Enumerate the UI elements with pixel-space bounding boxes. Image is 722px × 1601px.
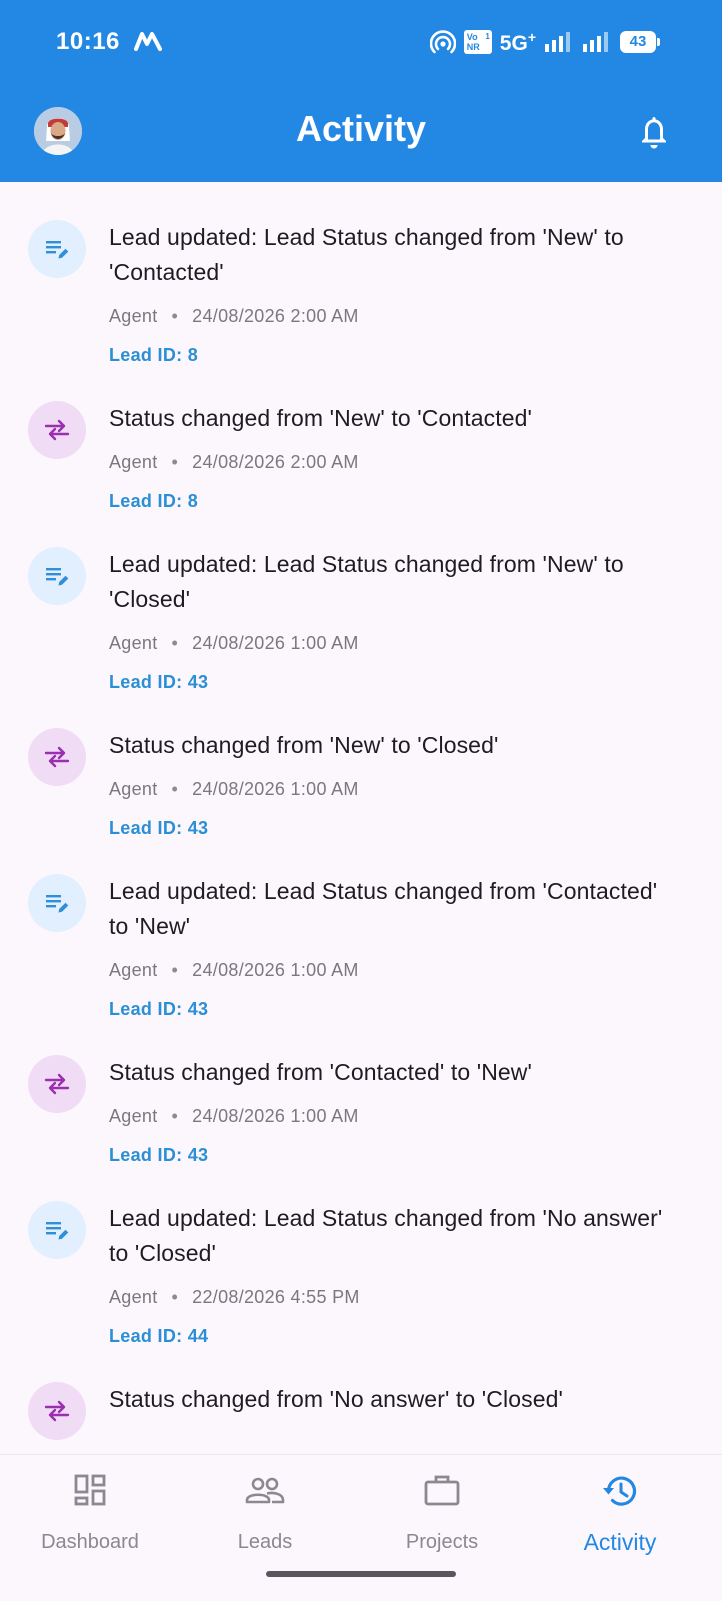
activity-item[interactable]: Lead updated: Lead Status changed from '… xyxy=(0,182,722,365)
activity-meta: Agent • 24/08/2026 1:00 AM xyxy=(109,958,682,982)
people-icon xyxy=(245,1477,285,1504)
nav-projects[interactable]: Projects xyxy=(352,1455,532,1555)
activity-item[interactable]: Lead updated: Lead Status changed from '… xyxy=(0,509,722,692)
activity-timestamp: 24/08/2026 2:00 AM xyxy=(192,452,359,472)
activity-icon-badge xyxy=(28,728,86,786)
activity-timestamp: 24/08/2026 2:00 AM xyxy=(192,306,359,326)
status-time: 10:16 xyxy=(56,28,120,55)
activity-actor: Agent xyxy=(109,452,158,472)
network-suffix: + xyxy=(527,28,536,45)
activity-icon-badge xyxy=(28,874,86,932)
volte-bottom-label: NR xyxy=(466,42,480,52)
meta-separator: • xyxy=(171,960,179,980)
activity-title: Lead updated: Lead Status changed from '… xyxy=(109,551,624,612)
sim-slot-label: 1 xyxy=(485,32,490,41)
meta-separator: • xyxy=(171,1106,179,1126)
status-bar: 10:16 Vo NR 1 5G+ 43 xyxy=(0,0,722,86)
activity-actor: Agent xyxy=(109,306,158,326)
activity-icon-badge xyxy=(28,1055,86,1113)
meta-separator: • xyxy=(171,306,179,326)
activity-item[interactable]: Lead updated: Lead Status changed from '… xyxy=(0,1163,722,1346)
activity-item[interactable]: Status changed from 'No answer' to 'Clos… xyxy=(0,1344,722,1454)
network-label: 5G xyxy=(499,31,528,55)
activity-icon-badge xyxy=(28,1201,86,1259)
edit-note-icon xyxy=(46,568,69,586)
battery-level: 43 xyxy=(629,33,647,50)
edit-note-icon xyxy=(46,1222,69,1240)
nav-dashboard[interactable]: Dashboard xyxy=(0,1455,180,1555)
m-logo-icon xyxy=(134,32,162,51)
status-icons: Vo NR 1 5G+ 43 xyxy=(429,27,660,57)
activity-timestamp: 24/08/2026 1:00 AM xyxy=(192,960,359,980)
swap-icon xyxy=(44,419,70,441)
nav-label-dashboard: Dashboard xyxy=(41,1531,139,1553)
home-indicator[interactable] xyxy=(266,1571,456,1577)
meta-separator: • xyxy=(171,779,179,799)
briefcase-icon xyxy=(424,1475,460,1506)
swap-icon xyxy=(44,1073,70,1095)
activity-feed[interactable]: Lead updated: Lead Status changed from '… xyxy=(0,182,722,1454)
activity-title: Status changed from 'New' to 'Closed' xyxy=(109,732,499,758)
bell-icon[interactable] xyxy=(638,114,670,150)
activity-title: Lead updated: Lead Status changed from '… xyxy=(109,878,658,939)
meta-separator: • xyxy=(171,1287,179,1307)
activity-item[interactable]: Lead updated: Lead Status changed from '… xyxy=(0,836,722,1019)
activity-meta: Agent • 24/08/2026 1:00 AM xyxy=(109,1104,682,1128)
activity-title: Lead updated: Lead Status changed from '… xyxy=(109,224,624,285)
activity-actor: Agent xyxy=(109,633,158,653)
activity-actor: Agent xyxy=(109,1106,158,1126)
nav-label-activity: Activity xyxy=(583,1529,657,1555)
swap-icon xyxy=(44,746,70,768)
activity-meta: Agent • 24/08/2026 1:00 AM xyxy=(109,777,682,801)
volte-icon: Vo NR 1 xyxy=(463,30,492,54)
activity-item[interactable]: Status changed from 'Contacted' to 'New'… xyxy=(0,1017,722,1165)
swap-icon xyxy=(44,1400,70,1422)
activity-item[interactable]: Status changed from 'New' to 'Closed' Ag… xyxy=(0,690,722,838)
signal-icon xyxy=(545,32,570,52)
nav-label-projects: Projects xyxy=(405,1531,479,1553)
volte-top-label: Vo xyxy=(466,32,478,42)
activity-meta: Agent • 24/08/2026 2:00 AM xyxy=(109,304,682,328)
activity-title: Status changed from 'New' to 'Contacted' xyxy=(109,405,533,431)
nav-activity[interactable]: Activity xyxy=(530,1455,710,1555)
activity-timestamp: 24/08/2026 1:00 AM xyxy=(192,633,359,653)
activity-meta: Agent • 24/08/2026 1:00 AM xyxy=(109,631,682,655)
app-bar: 10:16 Vo NR 1 5G+ 43 Activity xyxy=(0,0,722,182)
meta-separator: • xyxy=(171,633,179,653)
edit-note-icon xyxy=(46,241,69,259)
edit-note-icon xyxy=(46,895,69,913)
activity-actor: Agent xyxy=(109,960,158,980)
history-icon xyxy=(603,1476,637,1506)
nav-label-leads: Leads xyxy=(237,1531,293,1553)
activity-timestamp: 22/08/2026 4:55 PM xyxy=(192,1287,360,1307)
activity-icon-badge xyxy=(28,547,86,605)
activity-timestamp: 24/08/2026 1:00 AM xyxy=(192,1106,359,1126)
page-title: Activity xyxy=(295,108,427,149)
activity-icon-badge xyxy=(28,1382,86,1440)
activity-title: Status changed from 'Contacted' to 'New' xyxy=(109,1059,533,1085)
activity-actor: Agent xyxy=(109,779,158,799)
dashboard-icon xyxy=(74,1474,106,1506)
battery-icon: 43 xyxy=(620,31,660,53)
bottom-navigation: Dashboard Leads Projects Activity xyxy=(0,1454,722,1601)
activity-timestamp: 24/08/2026 1:00 AM xyxy=(192,779,359,799)
activity-title: Status changed from 'No answer' to 'Clos… xyxy=(109,1386,563,1412)
activity-meta: Agent • 24/08/2026 2:00 AM xyxy=(109,450,682,474)
meta-separator: • xyxy=(171,452,179,472)
activity-icon-badge xyxy=(28,401,86,459)
activity-icon-badge xyxy=(28,220,86,278)
hotspot-icon xyxy=(429,30,456,54)
signal-icon-2 xyxy=(583,32,608,52)
activity-item[interactable]: Status changed from 'New' to 'Contacted'… xyxy=(0,363,722,511)
network-type: 5G+ xyxy=(500,29,536,56)
activity-title: Lead updated: Lead Status changed from '… xyxy=(109,1205,663,1266)
activity-actor: Agent xyxy=(109,1287,158,1307)
nav-leads[interactable]: Leads xyxy=(175,1455,355,1555)
activity-meta: Agent • 22/08/2026 4:55 PM xyxy=(109,1285,682,1309)
